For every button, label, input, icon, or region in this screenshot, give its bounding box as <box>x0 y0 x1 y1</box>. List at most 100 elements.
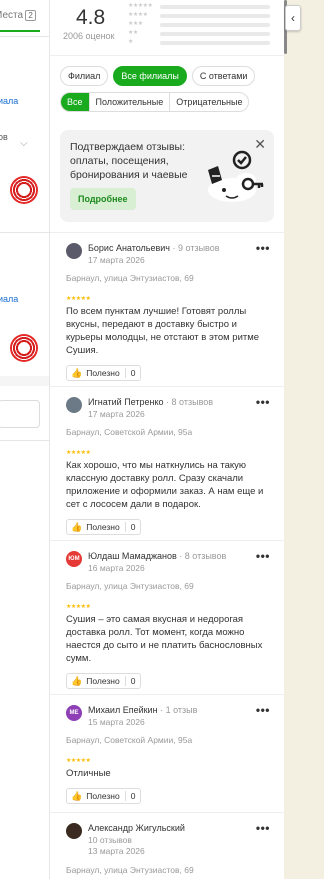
avatar[interactable]: ЮМ <box>66 551 82 567</box>
review-text: Отличные <box>66 768 111 779</box>
more-options-icon[interactable]: ••• <box>256 821 270 835</box>
review-list: Борис Анатольевич · 9 отзывов 17 марта 2… <box>50 232 284 879</box>
review-stars: ★★★★★ <box>66 296 91 302</box>
useful-label: Полезно <box>86 676 120 686</box>
histogram-row: ★★★ <box>128 20 278 29</box>
branch-link-2[interactable]: иала <box>0 294 18 304</box>
reviewer-name-text: Михаил Епейкин <box>88 705 158 715</box>
avatar[interactable]: МЕ <box>66 705 82 721</box>
chip-with-replies[interactable]: С ответами <box>191 66 256 86</box>
useful-button[interactable]: 👍 Полезно 0 <box>66 365 142 381</box>
reviews-panel: 4.8 2006 оценок ★★★★★ ★★★★ ★★★ ★★ ★ Фили… <box>50 0 284 879</box>
reviewer-name[interactable]: Юлдаш Мамаджанов · 8 отзывов <box>88 551 226 561</box>
review-branch: Барнаул, улица Энтузиастов, 69 <box>66 581 194 591</box>
histogram-bar <box>160 4 270 9</box>
promo-illustration <box>208 150 264 202</box>
left-input[interactable] <box>0 400 40 428</box>
rating-histogram: ★★★★★ ★★★★ ★★★ ★★ ★ <box>128 2 278 47</box>
review-stars: ★★★★★ <box>66 758 91 764</box>
sentiment-filter: Все Положительные Отрицательные <box>60 92 250 112</box>
reviewer-name[interactable]: Борис Анатольевич · 9 отзывов <box>88 243 220 253</box>
useful-button[interactable]: 👍 Полезно 0 <box>66 788 142 804</box>
reviewer-name-text: Игнатий Петренко <box>88 397 164 407</box>
histogram-row: ★★★★★ <box>128 2 278 11</box>
useful-label: Полезно <box>86 791 120 801</box>
avatar-initials: МЕ <box>69 710 79 716</box>
review-date: 13 марта 2026 <box>88 846 145 856</box>
useful-count: 0 <box>124 791 141 801</box>
histogram-row: ★ <box>128 38 278 47</box>
more-options-icon[interactable]: ••• <box>256 549 270 563</box>
histogram-bar <box>160 22 270 27</box>
histogram-bar <box>160 13 270 18</box>
review-count: · 1 отзыв <box>160 705 198 715</box>
review-count: · 8 отзывов <box>179 551 227 561</box>
histogram-stars: ★★★★★ <box>128 3 153 9</box>
review-header: Александр Жигульский 10 отзывов 13 марта… <box>66 821 274 861</box>
tab-positive[interactable]: Положительные <box>88 93 170 111</box>
review-item: Игнатий Петренко · 8 отзывов 17 марта 20… <box>50 386 284 540</box>
useful-count: 0 <box>124 522 141 532</box>
reviewer-name-text: Александр Жигульский <box>88 823 185 833</box>
tab-places[interactable]: Места 2 <box>0 4 49 26</box>
left-text: ов <box>0 132 8 142</box>
histogram-stars: ★★★★ <box>128 12 148 18</box>
branch-filter: Филиал Все филиалы С ответами <box>60 66 256 86</box>
histogram-row: ★★★★ <box>128 11 278 20</box>
histogram-stars: ★ <box>128 39 133 45</box>
divider <box>0 440 49 441</box>
thumbs-up-icon: 👍 <box>71 367 83 378</box>
review-item: Александр Жигульский 10 отзывов 13 марта… <box>50 812 284 879</box>
chip-branch[interactable]: Филиал <box>60 66 109 86</box>
tab-all[interactable]: Все <box>61 93 89 111</box>
review-date: 17 марта 2026 <box>88 409 145 419</box>
useful-count: 0 <box>124 368 141 378</box>
review-count: · 9 отзывов <box>172 243 220 253</box>
restaurant-logo[interactable] <box>10 176 38 204</box>
tab-indicator <box>0 30 40 32</box>
useful-button[interactable]: 👍 Полезно 0 <box>66 519 142 535</box>
restaurant-logo-2[interactable] <box>10 334 38 362</box>
branch-link[interactable]: иала <box>0 96 18 106</box>
reviewer-name[interactable]: Александр Жигульский <box>88 823 185 833</box>
reviewer-name[interactable]: Михаил Епейкин · 1 отзыв <box>88 705 197 715</box>
review-item: Борис Анатольевич · 9 отзывов 17 марта 2… <box>50 232 284 386</box>
left-panel: Места 2 иала ов ⌵ иала <box>0 0 50 879</box>
rating-count: 2006 оценок <box>63 31 115 41</box>
rating-value: 4.8 <box>76 6 106 29</box>
review-date: 15 марта 2026 <box>88 717 145 727</box>
reviewer-name-text: Борис Анатольевич <box>88 243 170 253</box>
more-options-icon[interactable]: ••• <box>256 241 270 255</box>
chip-all-branches[interactable]: Все филиалы <box>113 66 187 86</box>
histogram-stars: ★★★ <box>128 21 143 27</box>
review-text: Сушия – это самая вкусная и недорогая до… <box>66 614 263 664</box>
verified-reviews-promo: Подтверждаем отзывы: оплаты, посещения, … <box>60 130 274 222</box>
collapse-panel-button[interactable]: ‹ <box>285 5 301 31</box>
reviewer-name[interactable]: Игнатий Петренко · 8 отзывов <box>88 397 213 407</box>
review-text: По всем пунктам лучшие! Готовят роллы вк… <box>66 306 260 356</box>
review-date: 16 марта 2026 <box>88 563 145 573</box>
divider <box>0 36 49 37</box>
review-date: 17 марта 2026 <box>88 255 145 265</box>
more-options-icon[interactable]: ••• <box>256 395 270 409</box>
rating-summary: 4.8 2006 оценок ★★★★★ ★★★★ ★★★ ★★ ★ <box>50 0 284 56</box>
useful-label: Полезно <box>86 368 120 378</box>
more-options-icon[interactable]: ••• <box>256 703 270 717</box>
promo-more-button[interactable]: Подробнее <box>70 188 136 210</box>
chevron-down-icon[interactable]: ⌵ <box>20 138 28 149</box>
chevron-left-icon: ‹ <box>291 11 295 25</box>
review-branch: Барнаул, Советской Армии, 95а <box>66 735 193 745</box>
avatar[interactable] <box>66 243 82 259</box>
avatar[interactable] <box>66 397 82 413</box>
thumbs-up-icon: 👍 <box>71 790 83 801</box>
avatar[interactable] <box>66 823 82 839</box>
review-branch: Барнаул, улица Энтузиастов, 69 <box>66 273 194 283</box>
useful-button[interactable]: 👍 Полезно 0 <box>66 673 142 689</box>
review-header: МЕ Михаил Епейкин · 1 отзыв 15 марта 202… <box>66 703 274 731</box>
tab-negative[interactable]: Отрицательные <box>169 93 248 111</box>
useful-label: Полезно <box>86 522 120 532</box>
review-text: Как хорошо, что мы наткнулись на такую к… <box>66 460 264 510</box>
review-branch: Барнаул, Советской Армии, 95а <box>66 427 193 437</box>
divider <box>0 232 49 233</box>
useful-count: 0 <box>124 676 141 686</box>
